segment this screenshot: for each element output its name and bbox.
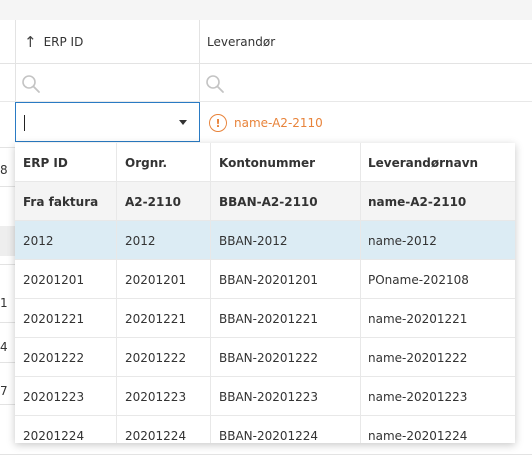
dropdown-option[interactable]: 20201222 20201222 BBAN-20201222 name-202… [15,338,515,377]
dropdown-option[interactable]: 20201224 20201224 BBAN-20201224 name-202… [15,416,515,443]
dropdown-cell: 2012 [15,221,117,260]
filter-row [0,64,532,102]
chevron-down-icon[interactable] [179,120,187,125]
dropdown-cell: name-20201224 [368,428,468,443]
dropdown-cell: name-A2-2110 [368,194,467,209]
dropdown-cell: 20201222 [15,338,117,377]
row-divider [0,147,16,148]
dropdown-cell: BBAN-20201201 [211,260,361,299]
arrow-up-icon[interactable]: ↑ [24,34,37,50]
dropdown-cell: name-20201223 [368,389,468,404]
row-number: 8 [0,163,8,177]
warning-circle-icon: ! [209,114,227,132]
dropdown-cell: 2012 [117,221,211,260]
search-icon[interactable] [205,74,225,94]
row-divider [0,362,16,363]
dropdown-cell: name-2012 [368,233,437,248]
dropdown-option[interactable]: 2012 2012 BBAN-2012 name-2012 [15,221,515,260]
dropdown-cell: BBAN-A2-2110 [211,182,361,221]
dropdown-option[interactable]: 20201223 20201223 BBAN-20201223 name-202… [15,377,515,416]
dropdown-cell: 20201221 [117,299,211,338]
dropdown-header-row: ERP ID Orgnr. Kontonummer Leverandørnavn [15,143,515,182]
text-caret [24,115,25,131]
table-header-row: ↑ ERP ID Leverandør [0,20,532,64]
dropdown-option[interactable]: 20201201 20201201 BBAN-20201201 POname-2… [15,260,515,299]
column-header-label: Leverandør [207,35,276,49]
dropdown-cell: 20201221 [15,299,117,338]
column-header-label: ERP ID [43,35,84,49]
table-bottom-border [0,454,532,455]
row-divider [0,404,16,405]
dropdown-cell: Fra faktura [15,182,117,221]
row-number: 4 [0,340,8,354]
dropdown-cell: 20201224 [15,416,117,443]
dropdown-option[interactable]: 20201221 20201221 BBAN-20201221 name-202… [15,299,515,338]
dropdown-header-orgnr: Orgnr. [117,143,211,182]
dropdown-cell: POname-202108 [368,272,469,287]
dropdown-cell: BBAN-20201222 [211,338,361,377]
dropdown-cell: name-20201221 [368,311,468,326]
dropdown-invoice-row[interactable]: Fra faktura A2-2110 BBAN-A2-2110 name-A2… [15,182,515,221]
erp-id-select[interactable] [15,102,200,142]
dropdown-cell: BBAN-2012 [211,221,361,260]
dropdown-cell: BBAN-20201223 [211,377,361,416]
dropdown-cell: 20201222 [117,338,211,377]
dropdown-cell: BBAN-20201221 [211,299,361,338]
dropdown-cell: 20201224 [117,416,211,443]
column-header-erp-id[interactable]: ↑ ERP ID [24,20,83,64]
supplier-dropdown: ERP ID Orgnr. Kontonummer Leverandørnavn… [15,143,515,443]
dropdown-header-erp-id: ERP ID [15,143,117,182]
dropdown-cell: 20201223 [15,377,117,416]
dropdown-header-leverandornavn: Leverandørnavn [368,155,479,170]
dropdown-header-kontonummer: Kontonummer [211,143,361,182]
dropdown-cell: 20201201 [15,260,117,299]
row-number: 1 [0,296,8,310]
row-divider [0,264,16,265]
dropdown-cell: A2-2110 [117,182,211,221]
row-divider [0,322,16,323]
supplier-warning: ! name-A2-2110 [209,114,323,132]
row-band [0,226,16,256]
search-icon[interactable] [21,74,41,94]
row-divider [0,186,16,187]
dropdown-cell: 20201223 [117,377,211,416]
dropdown-cell: 20201201 [117,260,211,299]
dropdown-cell: name-20201222 [368,350,468,365]
row-number: 7 [0,384,8,398]
warning-text: name-A2-2110 [234,116,323,130]
dropdown-cell: BBAN-20201224 [211,416,361,443]
toolbar-band [0,0,532,20]
column-header-leverandor[interactable]: Leverandør [207,20,275,64]
